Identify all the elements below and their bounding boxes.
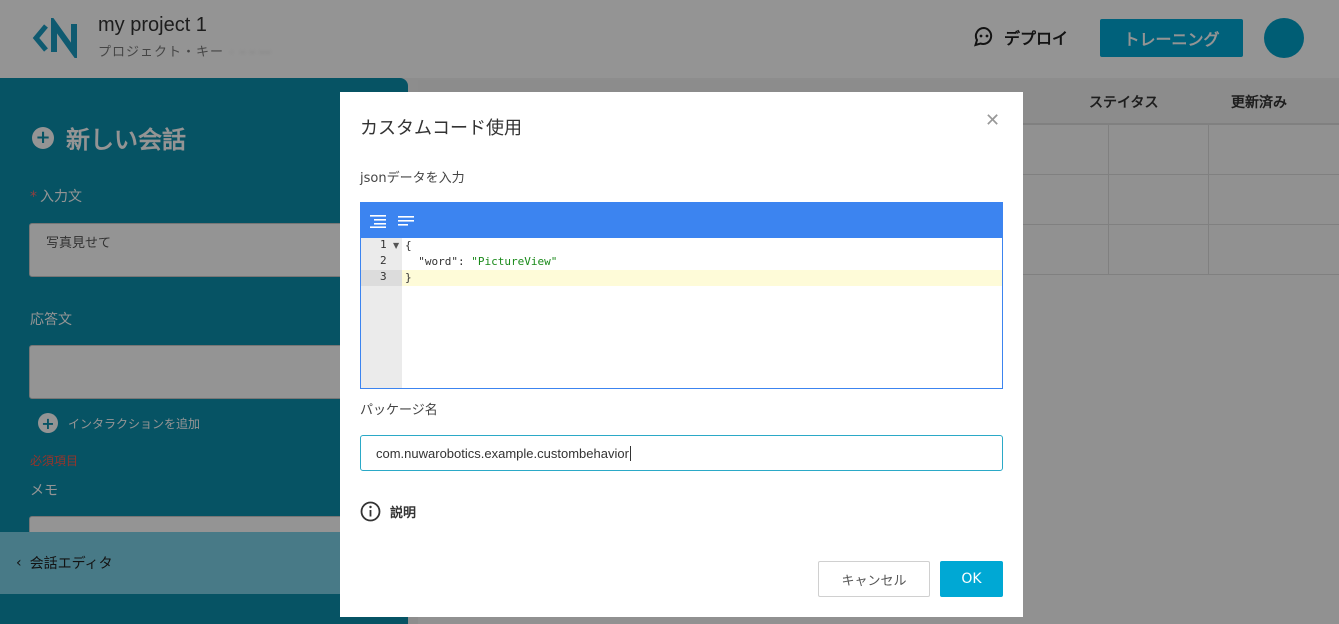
explanation-label: 説明 [390, 506, 417, 521]
json-code-editor[interactable]: 1 ▼ 2 3 { "word": "PictureView" } [360, 202, 1003, 389]
code-line: "word": "PictureView" [405, 254, 557, 270]
code-line: } [405, 271, 412, 284]
cancel-button[interactable]: キャンセル [818, 561, 930, 597]
package-name-input[interactable]: com.nuwarobotics.example.custombehavior [360, 435, 1003, 471]
compact-code-icon[interactable] [398, 214, 414, 228]
ok-button[interactable]: OK [940, 561, 1003, 597]
editor-body[interactable]: 1 ▼ 2 3 { "word": "PictureView" } [361, 238, 1002, 388]
fold-toggle-icon[interactable]: ▼ [393, 241, 399, 250]
json-input-label: jsonデータを入力 [360, 171, 465, 186]
package-name-value: com.nuwarobotics.example.custombehavior [376, 445, 629, 461]
json-value: "PictureView" [471, 255, 558, 268]
editor-toolbar [361, 203, 1002, 238]
text-caret [629, 445, 631, 461]
format-code-icon[interactable] [370, 214, 386, 228]
close-icon[interactable]: ✕ [985, 110, 1000, 131]
json-separator: : [458, 255, 472, 268]
explanation-toggle[interactable]: 説明 [360, 501, 416, 522]
info-icon [360, 501, 381, 522]
active-line-highlight [402, 270, 1002, 286]
dialog-title: カスタムコード使用 [360, 118, 522, 139]
package-name-label: パッケージ名 [360, 403, 438, 418]
line-number: 2 [380, 254, 387, 267]
json-key: "word" [418, 255, 458, 268]
code-line: { [405, 239, 412, 252]
custom-code-dialog: カスタムコード使用 ✕ jsonデータを入力 1 ▼ 2 3 { "word":… [340, 92, 1023, 617]
line-number: 3 [361, 270, 402, 286]
